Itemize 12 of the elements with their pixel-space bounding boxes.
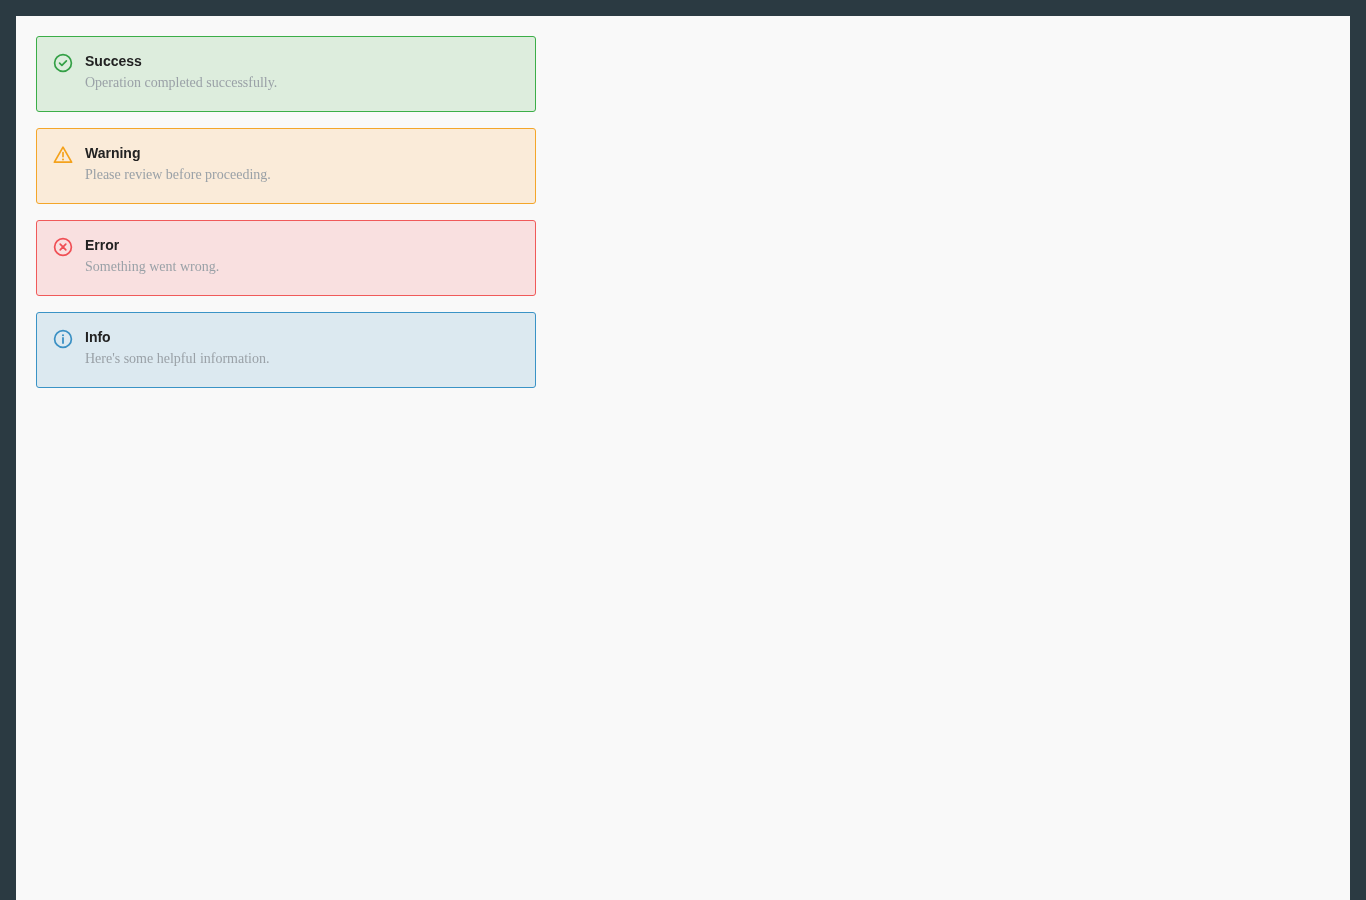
warning-icon bbox=[53, 145, 73, 165]
alert-message: Operation completed successfully. bbox=[85, 74, 278, 92]
alert-message: Something went wrong. bbox=[85, 258, 220, 276]
x-circle-icon bbox=[53, 237, 73, 257]
info-icon bbox=[53, 329, 73, 349]
alert-message: Please review before proceeding. bbox=[85, 166, 271, 184]
check-circle-icon bbox=[53, 53, 73, 73]
alert-title: Info bbox=[85, 328, 112, 346]
alert-title: Warning bbox=[85, 144, 142, 162]
alert-title: Success bbox=[85, 52, 143, 70]
alert-message: Here's some helpful information. bbox=[85, 350, 270, 368]
alert-title: Error bbox=[85, 236, 121, 254]
